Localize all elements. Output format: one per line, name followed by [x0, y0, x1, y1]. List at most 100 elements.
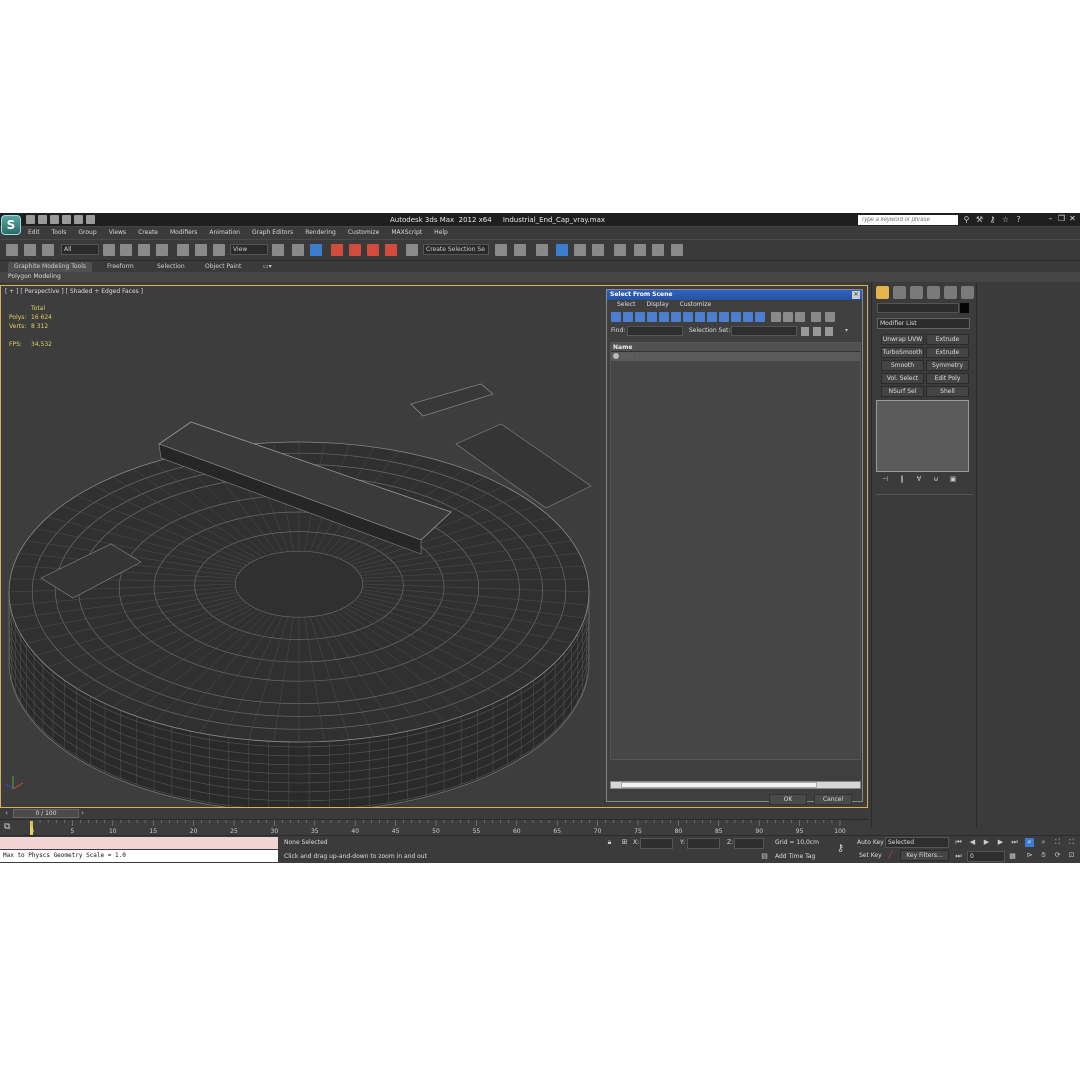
remove-modifier-icon[interactable]: ⊍ [931, 475, 941, 484]
track-bar[interactable]: ⧉ 0 5 10 15 20 25 30 35 40 45 50 55 60 65 70 75 80 85 90 95… [0, 819, 868, 835]
spinner-snap-icon[interactable] [385, 244, 397, 256]
go-to-end-icon[interactable]: ⏭ [1010, 838, 1019, 847]
select-manipulate-icon[interactable] [292, 244, 304, 256]
menu-animation[interactable]: Animation [209, 228, 240, 238]
dialog-menu-display[interactable]: Display [647, 300, 669, 310]
modify-tab-icon[interactable] [893, 286, 906, 299]
close-icon[interactable]: ✕ [1068, 214, 1077, 224]
y-coordinate-field[interactable] [687, 838, 720, 849]
key-mode-toggle-icon[interactable]: ⏭ [954, 852, 963, 861]
options-chevron-icon[interactable]: ▾ [845, 327, 848, 334]
modifier-button[interactable]: Extrude [926, 334, 969, 345]
dialog-menu-select[interactable]: Select [617, 300, 636, 310]
object-color-swatch[interactable] [960, 303, 969, 313]
keyboard-shortcut-override-icon[interactable] [310, 244, 322, 256]
tools-icon[interactable]: ⚒ [975, 215, 984, 224]
mini-curve-editor-icon[interactable]: ⧉ [4, 822, 16, 832]
menu-help[interactable]: Help [434, 228, 448, 238]
align-icon[interactable] [514, 244, 526, 256]
ok-button[interactable]: OK [769, 794, 807, 805]
link-icon[interactable] [6, 244, 18, 256]
next-frame-icon[interactable]: ▶ [996, 838, 1005, 847]
undo-icon[interactable] [62, 215, 71, 224]
remove-selection-set-icon[interactable] [825, 327, 833, 336]
schematic-view-icon[interactable] [592, 244, 604, 256]
horizontal-scrollbar[interactable] [610, 781, 861, 789]
scrollbar-thumb[interactable] [621, 782, 817, 788]
display-space-warps-icon[interactable] [671, 312, 681, 322]
reference-coord-dropdown[interactable]: View [230, 244, 268, 255]
ribbon-options-icon[interactable]: ▭▾ [263, 262, 272, 272]
window-crossing-icon[interactable] [156, 244, 168, 256]
menu-tools[interactable]: Tools [52, 228, 67, 238]
create-tab-icon[interactable] [876, 286, 889, 299]
display-helpers-icon[interactable] [659, 312, 669, 322]
time-configuration-icon[interactable]: ▦ [1008, 852, 1017, 861]
modifier-button[interactable]: TurboSmooth [881, 347, 924, 358]
render-production-icon[interactable] [671, 244, 683, 256]
angle-snap-icon[interactable] [349, 244, 361, 256]
display-bones-icon[interactable] [707, 312, 717, 322]
modifier-button[interactable]: Unwrap UVW [881, 334, 924, 345]
configure-modifier-sets-icon[interactable]: ▣ [948, 475, 958, 484]
layer-manager-icon[interactable] [536, 244, 548, 256]
new-file-icon[interactable] [26, 215, 35, 224]
zoom-extents-icon[interactable]: ⛶ [1053, 838, 1062, 847]
motion-tab-icon[interactable] [927, 286, 940, 299]
help-icon[interactable]: ? [1014, 215, 1023, 224]
object-name-field[interactable] [877, 303, 959, 313]
list-item[interactable]: Cap_1 [611, 352, 860, 361]
pivot-center-icon[interactable] [272, 244, 284, 256]
zoom-extents-all-icon[interactable]: ⛶ [1067, 838, 1076, 847]
absolute-mode-icon[interactable]: ⊞ [620, 838, 629, 847]
zoom-all-icon[interactable]: ⌕ [1039, 838, 1048, 847]
display-groups-icon[interactable] [683, 312, 693, 322]
maxscript-listener-output[interactable]: Max to Physcs Geometry Scale = 1.0 [0, 850, 278, 862]
menu-views[interactable]: Views [109, 228, 126, 238]
rotate-icon[interactable] [195, 244, 207, 256]
selection-set-dropdown[interactable] [731, 326, 797, 336]
field-of-view-icon[interactable]: ⊳ [1025, 851, 1034, 860]
selection-filter-dropdown[interactable]: All [61, 244, 99, 255]
cancel-button[interactable]: Cancel [814, 794, 852, 805]
modifier-button[interactable]: Vol. Select [881, 373, 924, 384]
z-coordinate-field[interactable] [734, 838, 764, 849]
redo-icon[interactable] [74, 215, 83, 224]
menu-graph-editors[interactable]: Graph Editors [252, 228, 293, 238]
modifier-button[interactable]: Extrude [926, 347, 969, 358]
prev-frame-arrow-icon[interactable]: ‹ [2, 809, 11, 818]
menu-modifiers[interactable]: Modifiers [170, 228, 197, 238]
previous-frame-icon[interactable]: ◀ [968, 838, 977, 847]
display-containers-icon[interactable] [719, 312, 729, 322]
unlink-icon[interactable] [24, 244, 36, 256]
pan-view-icon[interactable]: ✋︎ [1039, 851, 1048, 860]
key-icon[interactable]: ⚷ [988, 215, 997, 224]
lock-selection-icon[interactable]: 🔒︎ [605, 838, 614, 847]
named-selection-dropdown[interactable]: Create Selection Se [423, 244, 489, 255]
display-all-icon[interactable] [755, 312, 765, 322]
add-selection-set-icon[interactable] [813, 327, 821, 336]
display-cameras-icon[interactable] [647, 312, 657, 322]
set-key-icon[interactable]: ⚷ [836, 844, 845, 854]
show-end-result-icon[interactable]: ‖ [897, 475, 907, 484]
display-tab-icon[interactable] [944, 286, 957, 299]
tab-freeform[interactable]: Freeform [107, 262, 134, 272]
open-file-icon[interactable] [38, 215, 47, 224]
maximize-viewport-icon[interactable]: ⊡ [1067, 851, 1076, 860]
time-slider-thumb[interactable]: 0 / 100 [13, 809, 79, 818]
set-key-label[interactable]: Set Key [859, 852, 882, 859]
star-icon[interactable]: ☆ [1001, 215, 1010, 224]
time-tag-icon[interactable]: ▤ [760, 852, 769, 861]
display-hidden-icon[interactable] [743, 312, 753, 322]
rendered-frame-window-icon[interactable] [652, 244, 664, 256]
make-unique-icon[interactable]: ∀ [914, 475, 924, 484]
column-header-name[interactable]: Name [611, 343, 860, 352]
x-coordinate-field[interactable] [640, 838, 673, 849]
modifier-button[interactable]: Symmetry [926, 360, 969, 371]
display-geometry-icon[interactable] [611, 312, 621, 322]
modifier-stack[interactable] [876, 400, 969, 472]
auto-key-label[interactable]: Auto Key [857, 839, 884, 846]
render-setup-icon[interactable] [634, 244, 646, 256]
modifier-list-dropdown[interactable]: Modifier List [877, 318, 970, 329]
app-logo-icon[interactable]: S [1, 215, 21, 235]
